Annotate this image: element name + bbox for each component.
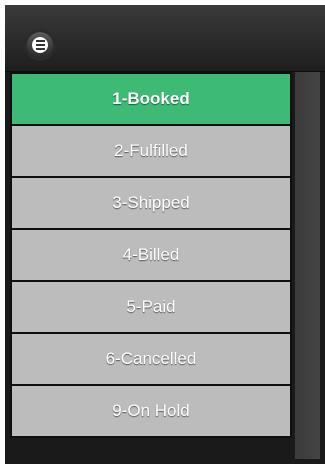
hamburger-menu-icon bbox=[32, 37, 48, 53]
menu-item-label: 1-Booked bbox=[112, 89, 190, 108]
menu-item-booked[interactable]: 1-Booked bbox=[10, 72, 292, 126]
top-header-bar bbox=[5, 5, 325, 72]
menu-item-label: 3-Shipped bbox=[112, 193, 190, 212]
menu-item-shipped[interactable]: 3-Shipped bbox=[10, 176, 292, 230]
menu-item-label: 2-Fulfilled bbox=[114, 141, 188, 160]
menu-item-label: 5-Paid bbox=[126, 297, 176, 316]
screen-frame: 1-Booked 2-Fulfilled 3-Shipped 4-Billed … bbox=[0, 0, 325, 464]
menu-item-label: 9-On Hold bbox=[112, 401, 190, 420]
menu-item-fulfilled[interactable]: 2-Fulfilled bbox=[10, 124, 292, 178]
menu-item-label: 6-Cancelled bbox=[105, 349, 197, 368]
menu-button[interactable] bbox=[27, 32, 53, 58]
main-content-edge bbox=[295, 72, 320, 459]
menu-item-label: 4-Billed bbox=[122, 245, 180, 264]
menu-item-on-hold[interactable]: 9-On Hold bbox=[10, 384, 292, 438]
menu-item-billed[interactable]: 4-Billed bbox=[10, 228, 292, 282]
menu-item-paid[interactable]: 5-Paid bbox=[10, 280, 292, 334]
menu-item-cancelled[interactable]: 6-Cancelled bbox=[10, 332, 292, 386]
status-menu-list: 1-Booked 2-Fulfilled 3-Shipped 4-Billed … bbox=[10, 72, 292, 438]
